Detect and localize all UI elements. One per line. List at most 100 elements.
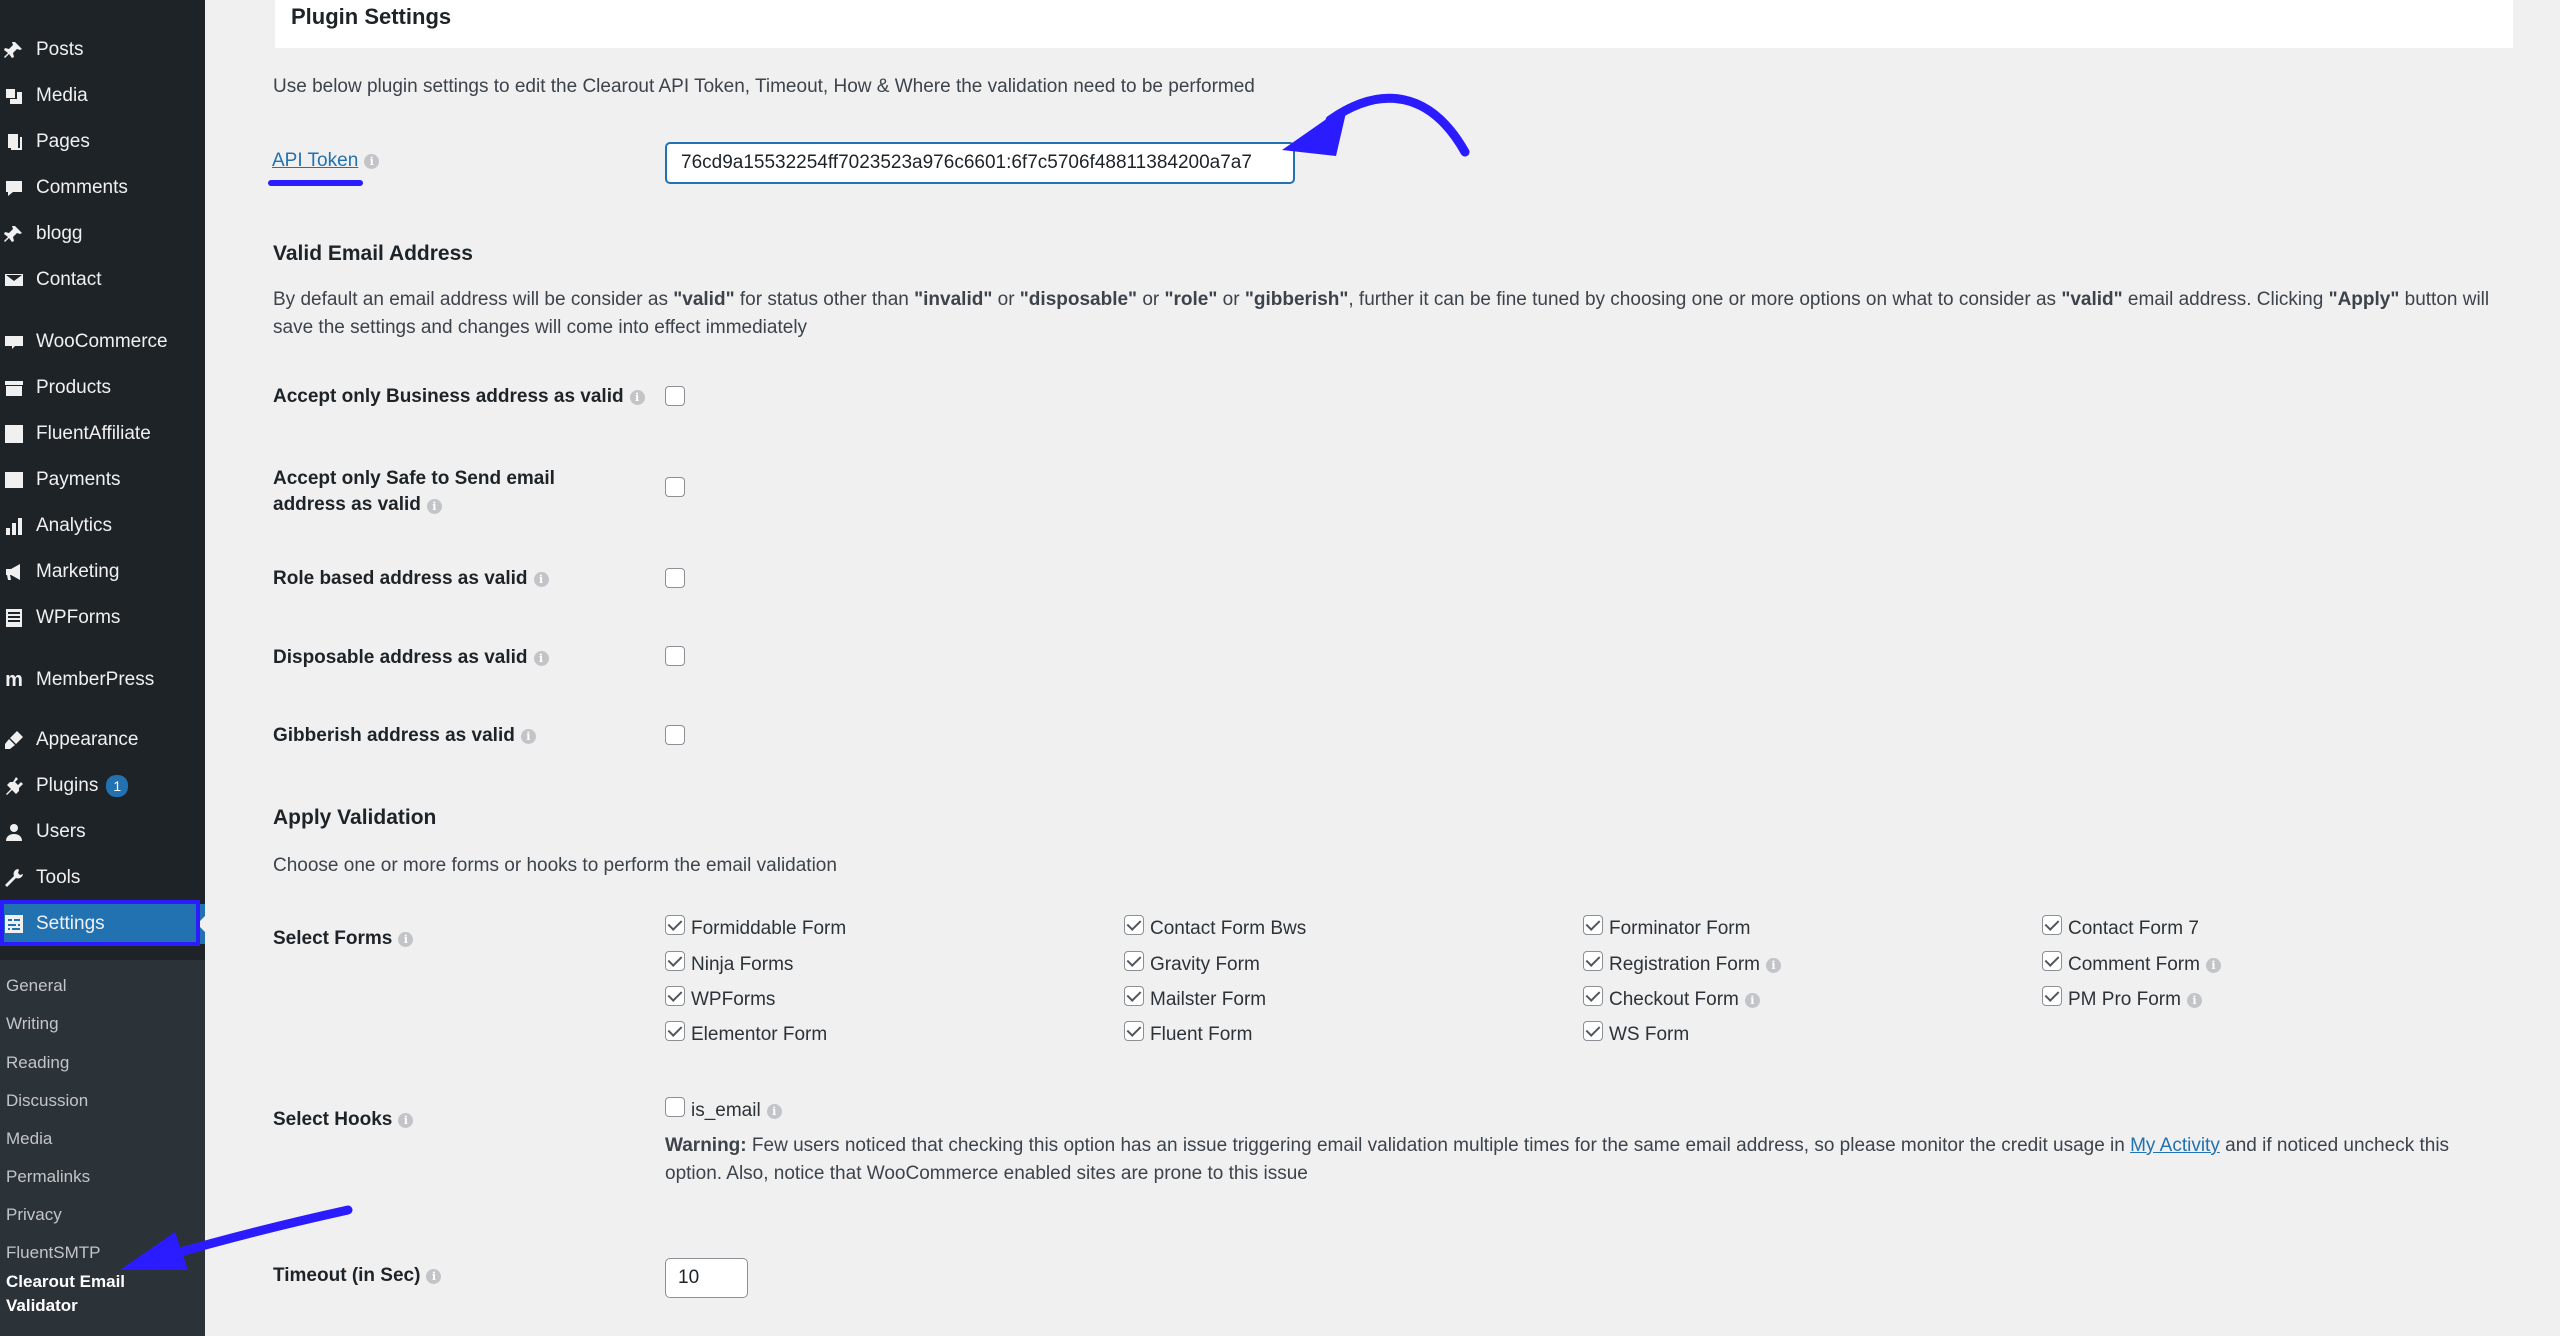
option-label-text: Disposable address as valid [273, 647, 528, 668]
form-item-comment[interactable]: Comment Form i [2042, 951, 2221, 976]
submenu-fluentsmtp[interactable]: FluentSMTP [6, 1243, 100, 1263]
info-icon: i [426, 499, 442, 514]
info-icon: i [2205, 957, 2221, 973]
form-checkbox[interactable] [1124, 1021, 1144, 1041]
plugin-settings-header: Plugin Settings [275, 0, 2513, 48]
form-item-checkout[interactable]: Checkout Form i [1583, 986, 1760, 1011]
option-role-label: Role based address as valid i [273, 568, 549, 590]
form-label: Registration Form [1609, 954, 1760, 975]
sidebar-item-label: Media [36, 85, 88, 106]
form-checkbox[interactable] [2042, 986, 2062, 1006]
sidebar-item-blogg[interactable]: blogg [0, 214, 205, 254]
submenu-permalinks[interactable]: Permalinks [6, 1167, 90, 1187]
option-safe-to-send-checkbox[interactable] [665, 477, 685, 497]
sidebar-item-products[interactable]: Products [0, 368, 205, 408]
form-checkbox[interactable] [665, 915, 685, 935]
form-checkbox[interactable] [1583, 986, 1603, 1006]
form-checkbox[interactable] [2042, 915, 2062, 935]
form-item-ws[interactable]: WS Form [1583, 1021, 1689, 1046]
submenu-reading[interactable]: Reading [6, 1053, 69, 1073]
form-checkbox[interactable] [1583, 915, 1603, 935]
sidebar-item-users[interactable]: Users [0, 812, 205, 852]
submenu-clearout-email-validator[interactable]: Clearout Email Validator [6, 1270, 156, 1318]
sidebar-item-memberpress[interactable]: m MemberPress [0, 660, 205, 700]
form-item-elementor[interactable]: Elementor Form [665, 1021, 827, 1046]
info-icon: i [426, 1268, 442, 1284]
option-disposable-checkbox[interactable] [665, 646, 685, 666]
form-checkbox[interactable] [1124, 951, 1144, 971]
sidebar-item-appearance[interactable]: Appearance [0, 720, 205, 760]
settings-icon [2, 912, 26, 936]
sidebar-item-analytics[interactable]: Analytics [0, 506, 205, 546]
sidebar-item-label: Pages [36, 131, 90, 152]
sidebar-item-pages[interactable]: Pages [0, 122, 205, 162]
form-checkbox[interactable] [1583, 951, 1603, 971]
form-item-ninja[interactable]: Ninja Forms [665, 951, 793, 976]
submenu-writing[interactable]: Writing [6, 1014, 59, 1034]
info-icon: i [629, 389, 645, 405]
form-item-gravity[interactable]: Gravity Form [1124, 951, 1260, 976]
sidebar-item-fluentaffiliate[interactable]: FluentAffiliate [0, 414, 205, 454]
option-business-checkbox[interactable] [665, 386, 685, 406]
api-token-link[interactable]: API Token i [272, 150, 380, 172]
form-label: Contact Form 7 [2068, 918, 2199, 939]
submenu-general[interactable]: General [6, 976, 66, 996]
sidebar-item-label: Comments [36, 177, 128, 198]
form-item-contact-form-7[interactable]: Contact Form 7 [2042, 915, 2199, 940]
megaphone-icon [2, 560, 26, 584]
sidebar-item-payments[interactable]: Payments [0, 460, 205, 500]
hook-item-is-email[interactable]: is_email i [665, 1097, 782, 1122]
sidebar-item-settings[interactable]: Settings [0, 904, 205, 944]
form-checkbox[interactable] [665, 986, 685, 1006]
option-role-checkbox[interactable] [665, 568, 685, 588]
sidebar-item-tools[interactable]: Tools [0, 858, 205, 898]
sidebar-item-label: MemberPress [36, 669, 155, 690]
sidebar-item-contact[interactable]: Contact [0, 260, 205, 300]
media-icon [2, 84, 26, 108]
form-item-formiddable[interactable]: Formiddable Form [665, 915, 846, 940]
valid-email-title: Valid Email Address [273, 242, 473, 265]
form-item-registration[interactable]: Registration Form i [1583, 951, 1781, 976]
submenu-media[interactable]: Media [6, 1129, 52, 1149]
submenu-discussion[interactable]: Discussion [6, 1091, 88, 1111]
sidebar-item-dashboard[interactable] [0, 0, 205, 12]
form-item-wpforms[interactable]: WPForms [665, 986, 775, 1011]
form-checkbox[interactable] [665, 1021, 685, 1041]
option-label-text: Role based address as valid [273, 568, 528, 589]
form-label: Forminator Form [1609, 918, 1751, 939]
form-label: Mailster Form [1150, 989, 1267, 1010]
percent-icon [2, 422, 26, 446]
sidebar-item-comments[interactable]: Comments [0, 168, 205, 208]
settings-submenu: General Writing Reading Discussion Media… [0, 960, 205, 1336]
timeout-input[interactable] [665, 1258, 748, 1298]
form-checkbox[interactable] [1124, 915, 1144, 935]
form-item-contact-form-bws[interactable]: Contact Form Bws [1124, 915, 1306, 940]
form-item-mailster[interactable]: Mailster Form [1124, 986, 1267, 1011]
form-item-pm-pro[interactable]: PM Pro Form i [2042, 986, 2202, 1011]
sidebar-item-label: Tools [36, 867, 81, 888]
form-label: Fluent Form [1150, 1024, 1253, 1045]
sidebar-item-posts[interactable]: Posts [0, 30, 205, 70]
my-activity-link[interactable]: My Activity [2130, 1135, 2220, 1156]
form-checkbox[interactable] [665, 951, 685, 971]
hook-checkbox[interactable] [665, 1097, 685, 1117]
sidebar-item-marketing[interactable]: Marketing [0, 552, 205, 592]
submenu-privacy[interactable]: Privacy [6, 1205, 62, 1225]
option-gibberish-checkbox[interactable] [665, 725, 685, 745]
form-checkbox[interactable] [1124, 986, 1144, 1006]
sidebar-item-plugins[interactable]: Plugins 1 [0, 766, 205, 806]
api-token-input[interactable] [665, 142, 1295, 184]
form-checkbox[interactable] [1583, 1021, 1603, 1041]
sidebar-item-wpforms[interactable]: WPForms [0, 598, 205, 638]
form-item-forminator[interactable]: Forminator Form [1583, 915, 1751, 940]
api-token-label[interactable]: API Token [272, 150, 358, 172]
sidebar-item-woocommerce[interactable]: WooCommerce [0, 322, 205, 362]
sidebar-item-label: blogg [36, 223, 83, 244]
sidebar-item-media[interactable]: Media [0, 76, 205, 116]
page-title: Plugin Settings [291, 4, 452, 29]
desc-part: or [1217, 289, 1245, 310]
form-label: Checkout Form [1609, 989, 1739, 1010]
form-item-fluent[interactable]: Fluent Form [1124, 1021, 1253, 1046]
desc-bold: "invalid" [914, 289, 993, 310]
form-checkbox[interactable] [2042, 951, 2062, 971]
